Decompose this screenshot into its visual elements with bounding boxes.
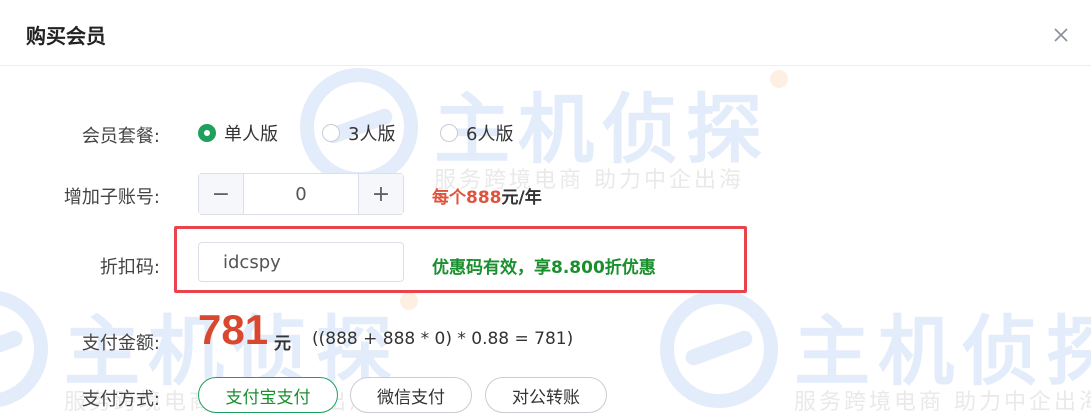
globe-icon xyxy=(660,290,778,408)
plan-option-6[interactable]: 6人版 xyxy=(440,121,513,145)
amount-value: 781 xyxy=(198,306,269,353)
increment-button[interactable]: + xyxy=(358,174,403,214)
plan-option-3[interactable]: 3人版 xyxy=(322,121,395,145)
sub-accounts-value[interactable]: 0 xyxy=(244,174,358,214)
watermark-slogan: 服务跨境电商 助力中企出海 xyxy=(794,390,1091,415)
watermark-dot xyxy=(400,292,418,310)
discount-code-input[interactable] xyxy=(198,242,404,282)
pay-transfer-button[interactable]: 对公转账 xyxy=(485,377,607,413)
watermark-brand: 主机侦探 xyxy=(794,307,1091,396)
payment-label: 支付方式: xyxy=(81,389,160,410)
plan-option-label: 6人版 xyxy=(466,124,514,145)
amount-label: 支付金额: xyxy=(81,333,160,354)
price-note-suffix: 元/年 xyxy=(501,188,542,208)
amount-formula: ((888 + 888 * 0) * 0.88 = 781) xyxy=(312,329,574,349)
watermark-dot xyxy=(770,70,788,88)
price-note-prefix: 每个 xyxy=(432,188,466,208)
sub-accounts-stepper: − 0 + xyxy=(198,173,404,215)
plan-label: 会员套餐: xyxy=(81,126,160,147)
price-note-price: 888 xyxy=(466,188,502,208)
radio-checked-icon[interactable] xyxy=(198,124,216,142)
dialog-header: 购买会员 xyxy=(0,0,1091,66)
pay-alipay-button[interactable]: 支付宝支付 xyxy=(198,377,338,413)
pay-wechat-button[interactable]: 微信支付 xyxy=(350,377,472,413)
radio-unchecked-icon[interactable] xyxy=(322,124,340,142)
amount-unit: 元 xyxy=(274,334,291,354)
sub-account-price-note: 每个888元/年 xyxy=(432,183,542,208)
dialog-title: 购买会员 xyxy=(26,24,106,48)
sub-accounts-label: 增加子账号: xyxy=(63,187,160,208)
plan-option-single[interactable]: 单人版 xyxy=(198,121,278,145)
decrement-button[interactable]: − xyxy=(199,174,244,214)
plan-option-label: 单人版 xyxy=(224,124,278,145)
close-icon[interactable] xyxy=(1052,26,1070,44)
plan-option-label: 3人版 xyxy=(348,124,396,145)
radio-unchecked-icon[interactable] xyxy=(440,124,458,142)
discount-label: 折扣码: xyxy=(99,257,160,278)
discount-valid-message: 优惠码有效，享8.800折优惠 xyxy=(432,258,656,278)
